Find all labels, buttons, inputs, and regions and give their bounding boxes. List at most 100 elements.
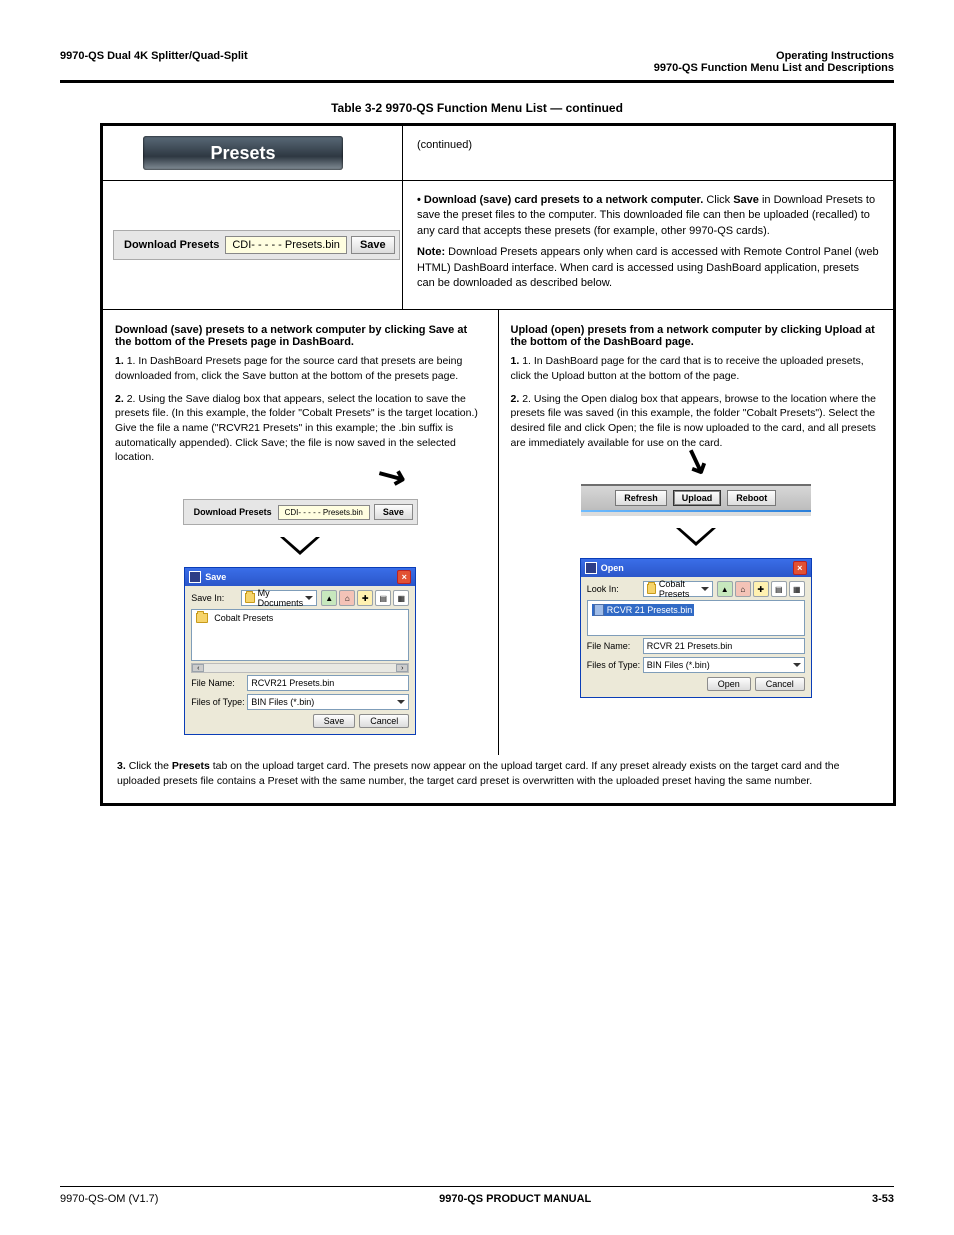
view-details-icon[interactable]: ▦ [789, 581, 805, 597]
step3-num: 3. [117, 760, 126, 772]
close-icon[interactable]: × [397, 570, 411, 584]
down-arrow-icon [280, 537, 320, 555]
save-in-select[interactable]: My Documents [241, 590, 318, 606]
presets-tab[interactable]: Presets [143, 136, 343, 170]
dialog-toolbar: ▲ ⌂ ✚ ▤ ▦ [321, 590, 409, 606]
file-icon [594, 604, 604, 616]
table-title: Table 3-2 9970-QS Function Menu List — c… [60, 101, 894, 115]
home-icon[interactable]: ⌂ [735, 581, 751, 597]
download-presets-label: Download Presets [118, 239, 225, 251]
scroll-right-icon[interactable]: › [396, 664, 408, 672]
divider-line [581, 510, 811, 512]
look-in-value: Cobalt Presets [659, 579, 701, 599]
dp-save-sm[interactable]: Save [374, 504, 413, 520]
open-file-area[interactable]: RCVR 21 Presets.bin [587, 600, 805, 636]
step3-text2: tab on the upload target card. The prese… [117, 760, 839, 787]
footer-rule [60, 1186, 894, 1187]
view-details-icon[interactable]: ▦ [393, 590, 409, 606]
folder-icon [647, 584, 656, 594]
refresh-button[interactable]: Refresh [615, 490, 667, 506]
file-name-input[interactable]: RCVR 21 Presets.bin [643, 638, 805, 654]
save-file-area[interactable]: Cobalt Presets [191, 609, 409, 661]
chevron-down-icon [397, 700, 405, 704]
row-download-presets: Download Presets CDI- - - - - Presets.bi… [103, 181, 893, 310]
download-presets-save-button[interactable]: Save [351, 236, 395, 254]
new-folder-icon[interactable]: ✚ [753, 581, 769, 597]
save-dialog-title: Save [205, 572, 226, 582]
note-text: Download Presets appears only when card … [417, 246, 879, 289]
dashboard-bottom-bar: Refresh Upload Reboot [581, 484, 811, 516]
down-arrow-icon [676, 528, 716, 546]
close-icon[interactable]: × [793, 561, 807, 575]
save-dialog: Save × Save In: My Documents [184, 567, 416, 735]
view-list-icon[interactable]: ▤ [771, 581, 787, 597]
row1-continued: (continued) [417, 138, 879, 153]
file-name-label: File Name: [191, 678, 243, 688]
save-dialog-cancel-button[interactable]: Cancel [359, 714, 409, 728]
presets-tab-label: Presets [210, 143, 275, 164]
upload-title: Upload (open) presets from a network com… [511, 324, 882, 348]
row-download-upload: Download (save) presets to a network com… [103, 310, 893, 802]
save-dialog-save-button[interactable]: Save [313, 714, 356, 728]
file-name-label: File Name: [587, 641, 639, 651]
page-footer: 9970-QS-OM (V1.7) 9970-QS PRODUCT MANUAL… [60, 1193, 894, 1205]
up-folder-icon[interactable]: ▲ [717, 581, 733, 597]
header-left: 9970-QS Dual 4K Splitter/Quad-Split [60, 50, 248, 74]
view-list-icon[interactable]: ▤ [375, 590, 391, 606]
step3-bold: Presets [172, 760, 210, 772]
download-presets-file: CDI- - - - - Presets.bin [225, 236, 347, 254]
selected-file: RCVR 21 Presets.bin [607, 605, 693, 615]
open-dialog-cancel-button[interactable]: Cancel [755, 677, 805, 691]
function-table: Presets (continued) Download Presets CDI… [100, 123, 896, 806]
scroll-left-icon[interactable]: ‹ [192, 664, 204, 672]
file-name-input[interactable]: RCVR21 Presets.bin [247, 675, 409, 691]
download-title: Download (save) presets to a network com… [115, 324, 486, 348]
row-presets-header: Presets (continued) [103, 126, 893, 181]
folder-icon [196, 613, 208, 623]
page-header: 9970-QS Dual 4K Splitter/Quad-Split Oper… [60, 50, 894, 74]
download-column: Download (save) presets to a network com… [103, 310, 499, 755]
chevron-down-icon [701, 587, 709, 591]
footer-right: 3-53 [872, 1193, 894, 1205]
footer-mid: 9970-QS PRODUCT MANUAL [439, 1193, 591, 1205]
download-presets-strip-illus: Download Presets CDI- - - - - Presets.bi… [183, 499, 418, 525]
download-step1: 1. In DashBoard Presets page for the sou… [115, 355, 462, 382]
new-folder-icon[interactable]: ✚ [357, 590, 373, 606]
look-in-select[interactable]: Cobalt Presets [643, 581, 713, 597]
files-type-label: Files of Type: [587, 660, 639, 670]
folder-item-label: Cobalt Presets [214, 613, 273, 623]
dialog-toolbar: ▲ ⌂ ✚ ▤ ▦ [717, 581, 805, 597]
header-right-bottom: 9970-QS Function Menu List and Descripti… [654, 62, 894, 74]
home-icon[interactable]: ⌂ [339, 590, 355, 606]
save-in-value: My Documents [258, 588, 306, 608]
footer-left: 9970-QS-OM (V1.7) [60, 1193, 158, 1205]
up-folder-icon[interactable]: ▲ [321, 590, 337, 606]
files-type-select[interactable]: BIN Files (*.bin) [643, 657, 805, 673]
header-rule [60, 80, 894, 83]
chevron-down-icon [305, 596, 313, 600]
upload-column: Upload (open) presets from a network com… [499, 310, 894, 755]
dp-label-sm: Download Presets [188, 507, 278, 517]
download-step2: 2. Using the Save dialog box that appear… [115, 393, 478, 464]
folder-icon [245, 593, 255, 603]
upload-step1: 1. In DashBoard page for the card that i… [511, 355, 864, 382]
look-in-label: Look In: [587, 584, 639, 594]
save-dialog-icon [189, 571, 201, 583]
note-label: Note: [417, 246, 445, 258]
files-type-select[interactable]: BIN Files (*.bin) [247, 694, 409, 710]
row2-bold: • Download (save) card presets to a netw… [417, 194, 703, 206]
chevron-down-icon [793, 663, 801, 667]
open-dialog-title: Open [601, 563, 624, 573]
reboot-button[interactable]: Reboot [727, 490, 776, 506]
files-type-label: Files of Type: [191, 697, 243, 707]
header-right-top: Operating Instructions [654, 50, 894, 62]
dp-file-sm: CDI- - - - - Presets.bin [278, 505, 370, 520]
open-dialog-open-button[interactable]: Open [707, 677, 751, 691]
step3-footnote: 3. Click the Presets tab on the upload t… [103, 755, 893, 802]
download-presets-strip: Download Presets CDI- - - - - Presets.bi… [113, 230, 400, 260]
open-dialog: Open × Look In: Cobalt Presets [580, 558, 812, 698]
step3-text1: Click the [129, 760, 172, 772]
upload-button[interactable]: Upload [673, 490, 722, 506]
open-dialog-icon [585, 562, 597, 574]
horizontal-scrollbar[interactable]: ‹ › [191, 663, 409, 673]
